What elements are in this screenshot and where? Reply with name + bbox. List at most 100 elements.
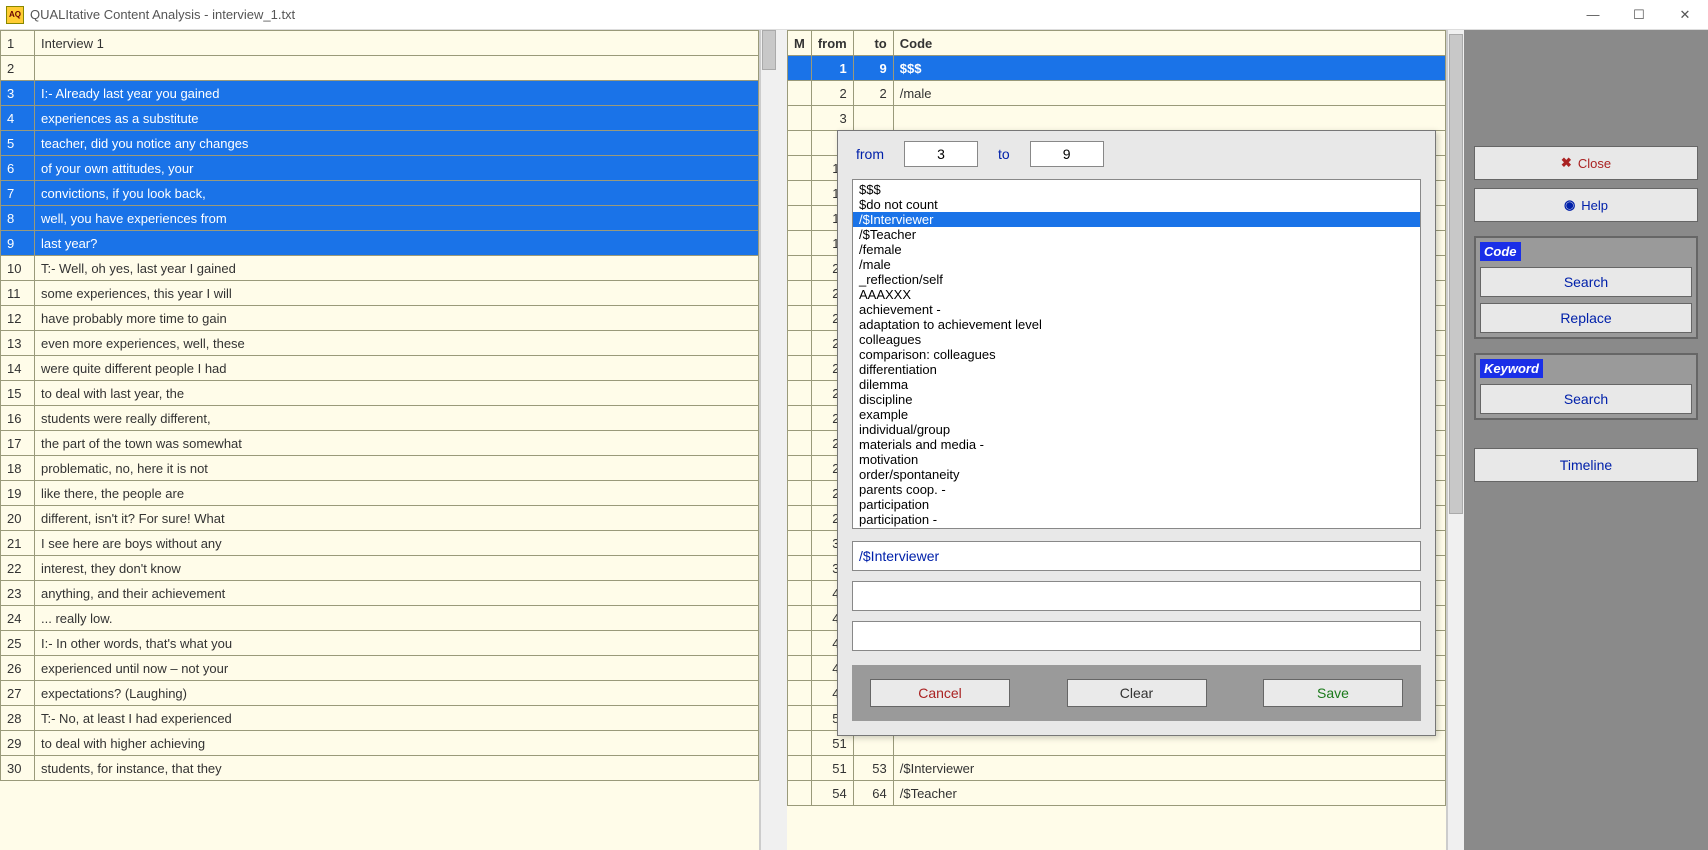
code-list-item[interactable]: $do not count — [853, 197, 1420, 212]
transcript-row[interactable]: 6of your own attitudes, your — [1, 156, 759, 181]
code-list-item[interactable]: /$Teacher — [853, 227, 1420, 242]
code-replace-button[interactable]: Replace — [1480, 303, 1692, 333]
code-list-item[interactable]: dilemma — [853, 377, 1420, 392]
coding-row[interactable]: 5464/$Teacher — [788, 781, 1446, 806]
transcript-row[interactable]: 28T:- No, at least I had experienced — [1, 706, 759, 731]
transcript-row[interactable]: 30students, for instance, that they — [1, 756, 759, 781]
transcript-row[interactable]: 22interest, they don't know — [1, 556, 759, 581]
code-list-item[interactable]: $$$ — [853, 182, 1420, 197]
code-list-item[interactable]: participation — [853, 497, 1420, 512]
to-input[interactable] — [1030, 141, 1104, 167]
transcript-row[interactable]: 9last year? — [1, 231, 759, 256]
close-window-button[interactable]: ✕ — [1662, 0, 1708, 30]
line-number: 26 — [1, 656, 35, 681]
transcript-row[interactable]: 21I see here are boys without any — [1, 531, 759, 556]
transcript-row[interactable]: 14were quite different people I had — [1, 356, 759, 381]
line-number: 9 — [1, 231, 35, 256]
transcript-row[interactable]: 27expectations? (Laughing) — [1, 681, 759, 706]
keyword-search-button[interactable]: Search — [1480, 384, 1692, 414]
code-list-item[interactable]: comparison: colleagues — [853, 347, 1420, 362]
code-list-item[interactable]: motivation — [853, 452, 1420, 467]
code-field-3[interactable] — [852, 621, 1421, 651]
col-to[interactable]: to — [853, 31, 893, 56]
transcript-row[interactable]: 13even more experiences, well, these — [1, 331, 759, 356]
code-list-item[interactable]: parents coop. - — [853, 482, 1420, 497]
coding-row[interactable]: 19$$$ — [788, 56, 1446, 81]
transcript-row[interactable]: 4experiences as a substitute — [1, 106, 759, 131]
transcript-row[interactable]: 3I:- Already last year you gained — [1, 81, 759, 106]
close-icon: ✖ — [1561, 155, 1572, 171]
transcript-row[interactable]: 11some experiences, this year I will — [1, 281, 759, 306]
transcript-row[interactable]: 23anything, and their achievement — [1, 581, 759, 606]
transcript-row[interactable]: 7convictions, if you look back, — [1, 181, 759, 206]
transcript-row[interactable]: 20different, isn't it? For sure! What — [1, 506, 759, 531]
maximize-button[interactable]: ☐ — [1616, 0, 1662, 30]
col-m[interactable]: M — [788, 31, 812, 56]
code-list-item[interactable]: _reflection/self — [853, 272, 1420, 287]
transcript-scrollbar[interactable] — [760, 30, 777, 850]
code-list-item[interactable]: order/spontaneity — [853, 467, 1420, 482]
transcript-table[interactable]: 1Interview 123I:- Already last year you … — [0, 30, 759, 781]
line-text: T:- No, at least I had experienced — [35, 706, 759, 731]
line-number: 29 — [1, 731, 35, 756]
help-button[interactable]: ◉Help — [1474, 188, 1698, 222]
line-text: students were really different, — [35, 406, 759, 431]
clear-button[interactable]: Clear — [1067, 679, 1207, 707]
keyword-section-title: Keyword — [1480, 359, 1543, 378]
selected-code-field[interactable] — [852, 541, 1421, 571]
from-input[interactable] — [904, 141, 978, 167]
code-search-button[interactable]: Search — [1480, 267, 1692, 297]
transcript-row[interactable]: 18problematic, no, here it is not — [1, 456, 759, 481]
code-listbox[interactable]: $$$$do not count/$Interviewer/$Teacher/f… — [852, 179, 1421, 529]
code-list-item[interactable]: /male — [853, 257, 1420, 272]
transcript-row[interactable]: 15to deal with last year, the — [1, 381, 759, 406]
transcript-row[interactable]: 29to deal with higher achieving — [1, 731, 759, 756]
app-icon: AQ — [6, 6, 24, 24]
coding-scrollbar[interactable] — [1447, 30, 1464, 850]
save-button[interactable]: Save — [1263, 679, 1403, 707]
transcript-row[interactable]: 10T:- Well, oh yes, last year I gained — [1, 256, 759, 281]
code-field-2[interactable] — [852, 581, 1421, 611]
line-number: 10 — [1, 256, 35, 281]
transcript-row[interactable]: 12have probably more time to gain — [1, 306, 759, 331]
from-label: from — [856, 146, 884, 162]
code-list-item[interactable]: /$Interviewer — [853, 212, 1420, 227]
code-list-item[interactable]: individual/group — [853, 422, 1420, 437]
coding-row[interactable]: 22/male — [788, 81, 1446, 106]
transcript-row[interactable]: 26experienced until now – not your — [1, 656, 759, 681]
code-list-item[interactable]: AAAXXX — [853, 287, 1420, 302]
code-list-item[interactable]: differentiation — [853, 362, 1420, 377]
code-list-item[interactable]: colleagues — [853, 332, 1420, 347]
minimize-button[interactable]: — — [1570, 0, 1616, 30]
cancel-button[interactable]: Cancel — [870, 679, 1010, 707]
transcript-row[interactable]: 2 — [1, 56, 759, 81]
transcript-row[interactable]: 25I:- In other words, that's what you — [1, 631, 759, 656]
col-from[interactable]: from — [811, 31, 853, 56]
code-list-item[interactable]: discipline — [853, 392, 1420, 407]
line-text: of your own attitudes, your — [35, 156, 759, 181]
transcript-row[interactable]: 5teacher, did you notice any changes — [1, 131, 759, 156]
line-number: 24 — [1, 606, 35, 631]
transcript-row[interactable]: 1Interview 1 — [1, 31, 759, 56]
line-text: ... really low. — [35, 606, 759, 631]
code-list-item[interactable]: /female — [853, 242, 1420, 257]
line-text: even more experiences, well, these — [35, 331, 759, 356]
line-number: 8 — [1, 206, 35, 231]
code-list-item[interactable]: materials and media - — [853, 437, 1420, 452]
transcript-row[interactable]: 17the part of the town was somewhat — [1, 431, 759, 456]
code-list-item[interactable]: adaptation to achievement level — [853, 317, 1420, 332]
close-button[interactable]: ✖Close — [1474, 146, 1698, 180]
col-code[interactable]: Code — [893, 31, 1445, 56]
code-list-item[interactable]: participation - — [853, 512, 1420, 527]
code-list-item[interactable]: example — [853, 407, 1420, 422]
coding-row[interactable]: 3 — [788, 106, 1446, 131]
line-number: 19 — [1, 481, 35, 506]
transcript-row[interactable]: 19like there, the people are — [1, 481, 759, 506]
transcript-row[interactable]: 16students were really different, — [1, 406, 759, 431]
transcript-row[interactable]: 24... really low. — [1, 606, 759, 631]
coding-row[interactable]: 5153/$Interviewer — [788, 756, 1446, 781]
line-text: I:- Already last year you gained — [35, 81, 759, 106]
timeline-button[interactable]: Timeline — [1474, 448, 1698, 482]
transcript-row[interactable]: 8well, you have experiences from — [1, 206, 759, 231]
code-list-item[interactable]: achievement - — [853, 302, 1420, 317]
